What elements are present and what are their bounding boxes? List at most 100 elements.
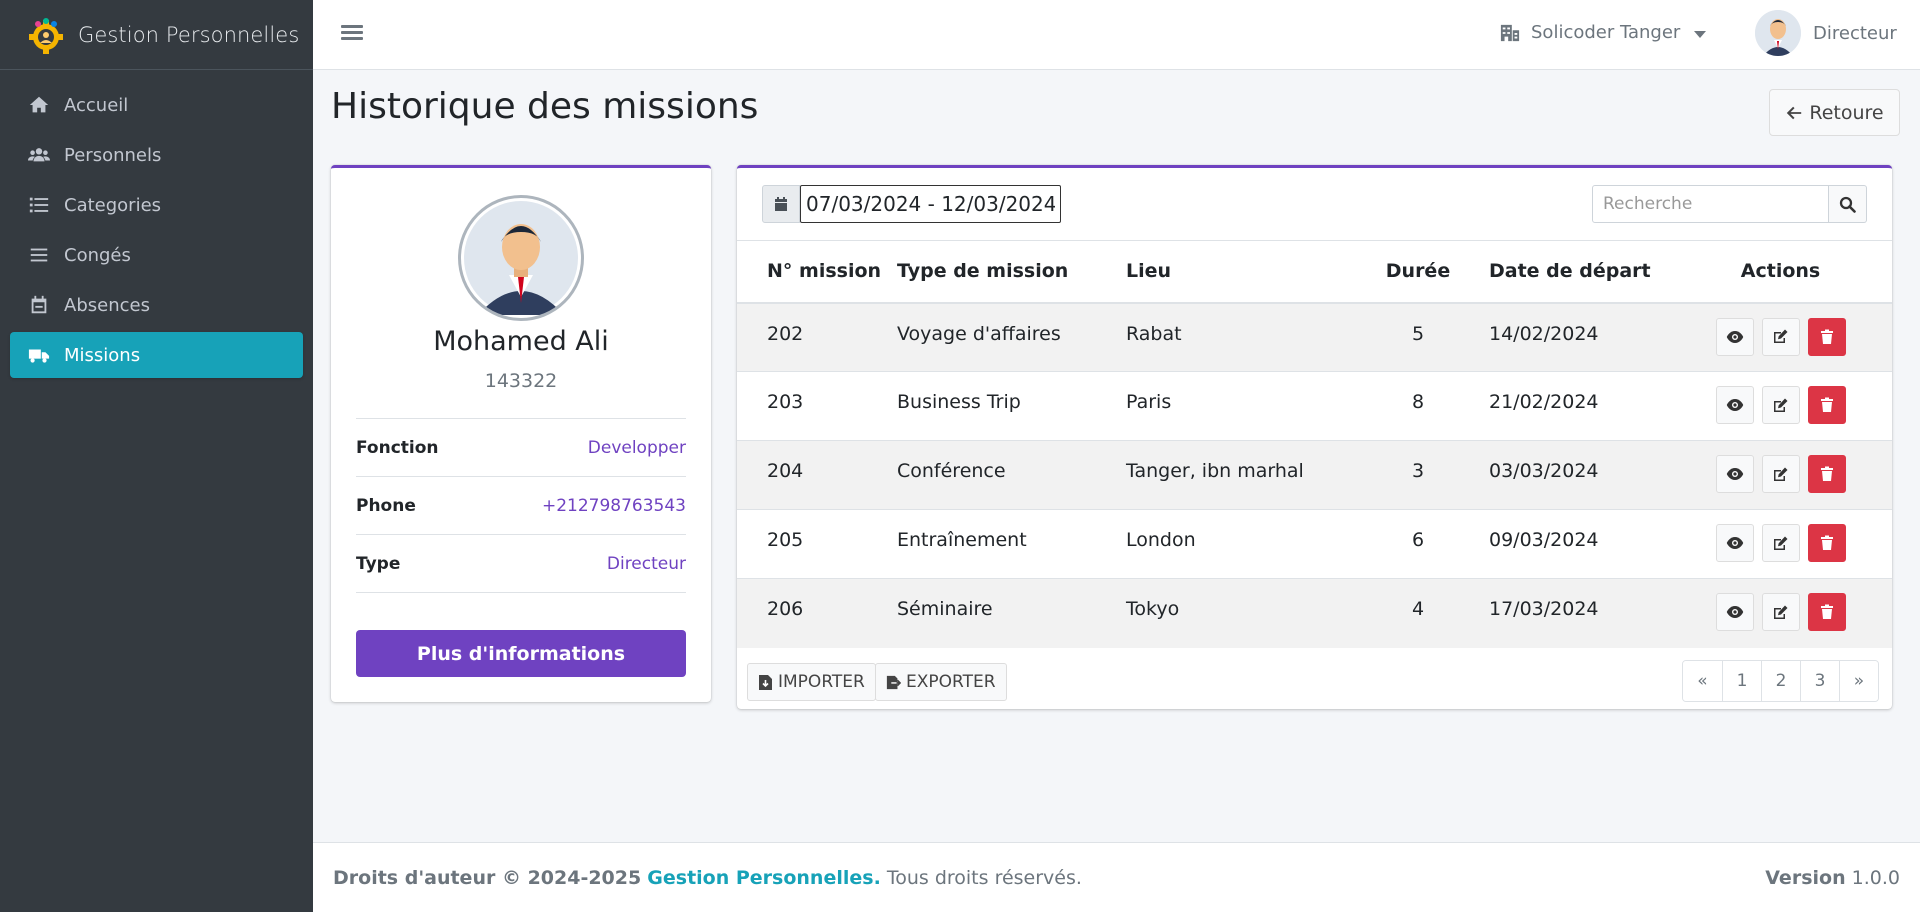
back-button-label: Retoure	[1809, 101, 1884, 124]
table-header-row: N° mission Type de mission Lieu Durée Da…	[737, 240, 1892, 303]
avatar	[1755, 10, 1801, 56]
trash-icon	[1820, 604, 1833, 619]
page-2[interactable]: 2	[1761, 661, 1800, 701]
sidebar-item-label: Missions	[64, 344, 141, 366]
detail-key: Type	[356, 553, 401, 574]
eye-icon	[1726, 606, 1743, 618]
caret-down-icon	[1694, 30, 1707, 38]
table-row: 202 Voyage d'affaires Rabat 5 14/02/2024	[737, 302, 1892, 372]
missions-table: N° mission Type de mission Lieu Durée Da…	[737, 240, 1892, 648]
sidebar-item-personnels[interactable]: Personnels	[10, 132, 303, 178]
edit-button[interactable]	[1761, 524, 1800, 562]
hamburger-menu-icon[interactable]	[341, 22, 363, 44]
export-button[interactable]: EXPORTER	[875, 663, 1007, 701]
pagination: « 1 2 3 »	[1682, 660, 1879, 702]
company-name: Solicoder Tanger	[1531, 22, 1681, 43]
column-header[interactable]: Date de départ	[1475, 241, 1669, 303]
import-button[interactable]: IMPORTER	[747, 663, 876, 701]
more-info-button[interactable]: Plus d'informations	[356, 630, 686, 677]
column-header[interactable]: Durée	[1361, 241, 1475, 303]
cell-type: Séminaire	[897, 598, 993, 620]
profile-name: Mohamed Ali	[433, 326, 609, 357]
file-import-icon	[759, 674, 772, 690]
back-button[interactable]: Retoure	[1769, 89, 1900, 136]
cell-lieu: Rabat	[1126, 322, 1182, 345]
edit-button[interactable]	[1761, 386, 1800, 424]
delete-button[interactable]	[1807, 593, 1846, 631]
delete-button[interactable]	[1807, 317, 1846, 356]
cell-date: 21/02/2024	[1489, 391, 1599, 413]
view-button[interactable]	[1715, 524, 1754, 562]
delete-button[interactable]	[1807, 386, 1846, 424]
column-header[interactable]: Type de mission	[897, 241, 1126, 303]
cell-duree: 4	[1411, 598, 1425, 620]
search-icon	[1839, 196, 1856, 213]
footer: Droits d'auteur © 2024-2025 Gestion Pers…	[313, 842, 1920, 912]
page-3[interactable]: 3	[1800, 661, 1839, 701]
cell-date: 03/03/2024	[1489, 460, 1599, 482]
eye-icon	[1726, 537, 1743, 549]
list-icon	[29, 197, 49, 213]
cell-date: 09/03/2024	[1489, 529, 1599, 551]
export-label: EXPORTER	[906, 672, 996, 692]
view-button[interactable]	[1715, 593, 1754, 631]
edit-icon	[1774, 329, 1788, 343]
table-row: 206 Séminaire Tokyo 4 17/03/2024	[737, 578, 1892, 648]
truck-icon	[28, 349, 50, 363]
search-input[interactable]	[1592, 185, 1829, 223]
cell-actions	[1669, 372, 1892, 441]
page-prev[interactable]: «	[1683, 661, 1722, 701]
sidebar-item-label: Absences	[64, 294, 150, 316]
profile-id: 143322	[484, 370, 558, 392]
brand-name: Gestion Personnelles	[78, 22, 300, 47]
profile-row-phone: Phone +212798763543	[356, 477, 686, 535]
cell-lieu: Paris	[1126, 391, 1172, 413]
page-next[interactable]: »	[1839, 661, 1878, 701]
profile-details: Fonction Developper Phone +212798763543 …	[356, 418, 686, 593]
edit-button[interactable]	[1761, 455, 1800, 493]
sidebar-item-absences[interactable]: Absences	[10, 282, 303, 328]
cell-duree: 5	[1411, 322, 1425, 345]
delete-button[interactable]	[1807, 524, 1846, 562]
sidebar-item-categories[interactable]: Categories	[10, 182, 303, 228]
table-row: 205 Entraînement London 6 09/03/2024	[737, 509, 1892, 579]
edit-button[interactable]	[1761, 317, 1800, 356]
sidebar-item-accueil[interactable]: Accueil	[10, 82, 303, 128]
delete-button[interactable]	[1807, 455, 1846, 493]
edit-button[interactable]	[1761, 593, 1800, 631]
version-number: 1.0.0	[1851, 866, 1900, 889]
search-button[interactable]	[1829, 185, 1867, 223]
view-button[interactable]	[1715, 317, 1754, 356]
rights-text: Tous droits réservés.	[886, 866, 1082, 889]
cell-lieu: Tokyo	[1126, 598, 1180, 620]
sidebar-item-conges[interactable]: Congés	[10, 232, 303, 278]
column-header[interactable]: N° mission	[737, 241, 897, 303]
bars-icon	[30, 248, 48, 262]
eye-icon	[1726, 468, 1743, 480]
cell-num: 202	[767, 322, 804, 345]
sidebar-item-label: Personnels	[64, 144, 162, 166]
page-1[interactable]: 1	[1722, 661, 1761, 701]
footer-brand-link[interactable]: Gestion Personnelles.	[647, 867, 881, 889]
user-menu[interactable]: Directeur	[1755, 10, 1897, 56]
edit-icon	[1774, 536, 1788, 550]
cell-type: Voyage d'affaires	[897, 322, 1061, 345]
sidebar-item-missions[interactable]: Missions	[10, 332, 303, 378]
page-title: Historique des missions	[331, 86, 759, 127]
cell-actions	[1669, 579, 1892, 648]
date-range-input[interactable]	[800, 185, 1061, 223]
brand[interactable]: Gestion Personnelles	[0, 0, 313, 70]
column-header: Actions	[1740, 260, 1821, 283]
search-group	[1592, 185, 1867, 223]
view-button[interactable]	[1715, 455, 1754, 493]
view-button[interactable]	[1715, 386, 1754, 424]
edit-icon	[1774, 467, 1788, 481]
version-label: Version	[1765, 866, 1846, 889]
sidebar-nav: Accueil Personnels Categories Congés Abs…	[0, 70, 313, 378]
sidebar-item-label: Accueil	[64, 94, 129, 116]
cell-num: 206	[767, 598, 804, 620]
column-header[interactable]: Lieu	[1126, 241, 1361, 303]
detail-key: Phone	[356, 495, 416, 516]
company-dropdown[interactable]: Solicoder Tanger	[1499, 22, 1707, 43]
detail-value: +212798763543	[541, 495, 686, 516]
